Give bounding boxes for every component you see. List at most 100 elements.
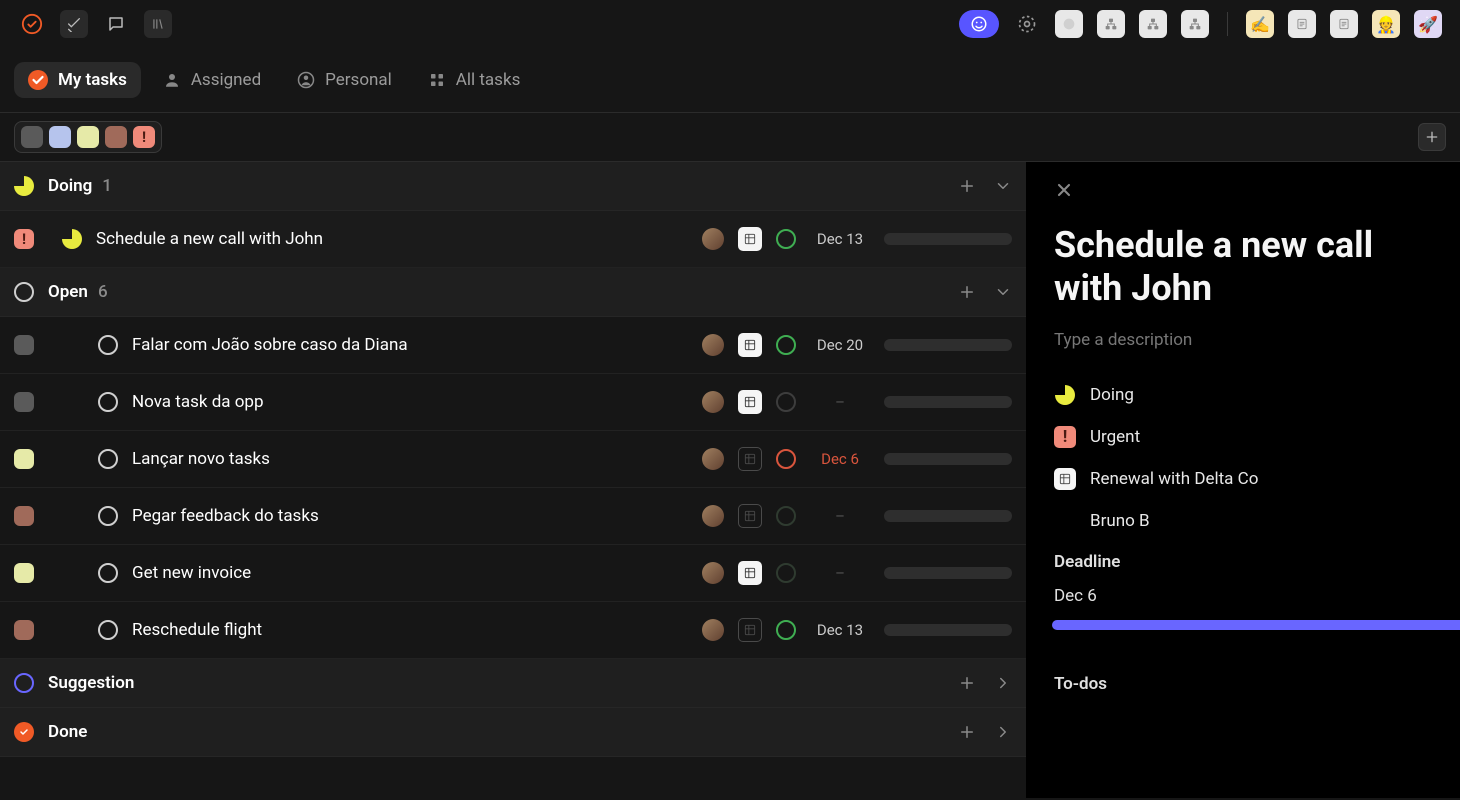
section-header-doing[interactable]: Doing 1 [0, 162, 1026, 211]
write-emoji-icon[interactable]: ✍️ [1246, 10, 1274, 38]
rocket-emoji-icon[interactable]: 🚀 [1414, 10, 1442, 38]
task-row[interactable]: Get new invoice – [0, 545, 1026, 602]
circle-icon [14, 282, 34, 302]
chip-brown[interactable] [105, 126, 127, 148]
section-add-button[interactable] [958, 723, 976, 741]
library-icon[interactable] [144, 10, 172, 38]
assignee-avatar[interactable] [702, 619, 724, 641]
doc2-icon[interactable] [1330, 10, 1358, 38]
section-collapse-button[interactable] [994, 177, 1012, 195]
divider [1227, 12, 1228, 36]
task-row[interactable]: Reschedule flightDec 13 [0, 602, 1026, 659]
target-icon[interactable] [1013, 10, 1041, 38]
detail-status[interactable]: Doing [1054, 384, 1432, 406]
detail-assignee[interactable]: Bruno B [1054, 510, 1432, 532]
record-link-icon[interactable] [738, 561, 762, 585]
close-button[interactable] [1054, 180, 1074, 200]
deadline-value[interactable]: Dec 6 [1054, 586, 1432, 606]
deadline-circle-icon [776, 449, 796, 469]
record-link-icon[interactable] [738, 447, 762, 471]
record-link-icon[interactable] [738, 333, 762, 357]
chip-yellow[interactable] [77, 126, 99, 148]
section-label: Suggestion [48, 673, 134, 693]
add-view-button[interactable] [1418, 123, 1446, 151]
section-collapse-button[interactable] [994, 283, 1012, 301]
tab-label: Assigned [191, 70, 261, 90]
task-row[interactable]: Pegar feedback do tasks– [0, 488, 1026, 545]
record-link-icon[interactable] [738, 618, 762, 642]
assignee-avatar[interactable] [702, 448, 724, 470]
builder-emoji-icon[interactable]: 👷 [1372, 10, 1400, 38]
record-link-icon[interactable] [738, 390, 762, 414]
tab-label: My tasks [58, 70, 127, 90]
section-header-open[interactable]: Open 6 [0, 268, 1026, 317]
task-title: Get new invoice [132, 563, 688, 583]
org2-icon[interactable] [1139, 10, 1167, 38]
org1-icon[interactable] [1097, 10, 1125, 38]
priority-tag [14, 563, 34, 583]
assignee-avatar[interactable] [702, 562, 724, 584]
section-header-done[interactable]: Done [0, 708, 1026, 757]
color-filter-chips[interactable]: ! [14, 121, 162, 153]
circle-icon [98, 449, 118, 469]
assignee-avatar[interactable] [702, 228, 724, 250]
task-list: Doing 1 ! Schedule a new call with John … [0, 162, 1026, 798]
tab-assigned[interactable]: Assigned [149, 62, 275, 98]
emoji-pill-icon[interactable] [959, 10, 999, 38]
priority-tag [14, 335, 34, 355]
task-row[interactable]: Falar com João sobre caso da DianaDec 20 [0, 317, 1026, 374]
org3-icon[interactable] [1181, 10, 1209, 38]
tasks-icon[interactable] [60, 10, 88, 38]
task-title: Schedule a new call with John [96, 229, 688, 249]
assignee-avatar[interactable] [702, 334, 724, 356]
record-icon [1054, 468, 1076, 490]
section-expand-button[interactable] [994, 674, 1012, 692]
circle-icon [98, 563, 118, 583]
record-link-icon[interactable] [738, 504, 762, 528]
chip-red[interactable]: ! [133, 126, 155, 148]
section-add-button[interactable] [958, 674, 976, 692]
task-title: Nova task da opp [132, 392, 688, 412]
person-icon [163, 71, 181, 89]
circle-icon [98, 335, 118, 355]
detail-priority[interactable]: ! Urgent [1054, 426, 1432, 448]
tab-my-tasks[interactable]: My tasks [14, 62, 141, 98]
deadline-circle-icon [776, 563, 796, 583]
record-link-icon[interactable] [738, 227, 762, 251]
chip-blue[interactable] [49, 126, 71, 148]
urgent-icon: ! [1054, 426, 1076, 448]
circle-icon [14, 673, 34, 693]
detail-status-label: Doing [1090, 385, 1134, 405]
section-count: 1 [102, 176, 112, 196]
doc1-icon[interactable] [1288, 10, 1316, 38]
section-add-button[interactable] [958, 177, 976, 195]
section-label: Doing [48, 176, 92, 196]
assignee-avatar[interactable] [702, 505, 724, 527]
chat-icon[interactable] [102, 10, 130, 38]
chip-grey[interactable] [21, 126, 43, 148]
task-title: Lançar novo tasks [132, 449, 688, 469]
top-bar: ✍️ 👷 🚀 [0, 0, 1460, 48]
task-row[interactable]: Nova task da opp– [0, 374, 1026, 431]
detail-title[interactable]: Schedule a new call with John [1054, 224, 1432, 310]
tab-personal[interactable]: Personal [283, 62, 406, 98]
section-expand-button[interactable] [994, 723, 1012, 741]
section-header-suggestion[interactable]: Suggestion [0, 659, 1026, 708]
check-circle-icon [14, 722, 34, 742]
priority-tag [14, 620, 34, 640]
detail-record[interactable]: Renewal with Delta Co [1054, 468, 1432, 490]
task-row[interactable]: Lançar novo tasksDec 6 [0, 431, 1026, 488]
tab-all-tasks[interactable]: All tasks [414, 62, 535, 98]
moon-icon[interactable] [1055, 10, 1083, 38]
task-date: – [810, 564, 870, 582]
task-row[interactable]: ! Schedule a new call with John Dec 13 [0, 211, 1026, 268]
progress-bar [884, 510, 1012, 522]
app-logo-icon[interactable] [18, 10, 46, 38]
todos-label: To-dos [1054, 674, 1432, 694]
detail-description[interactable]: Type a description [1054, 330, 1432, 350]
assignee-avatar[interactable] [702, 391, 724, 413]
priority-tag [14, 506, 34, 526]
section-add-button[interactable] [958, 283, 976, 301]
deadline-circle-icon [776, 620, 796, 640]
tab-label: All tasks [456, 70, 521, 90]
